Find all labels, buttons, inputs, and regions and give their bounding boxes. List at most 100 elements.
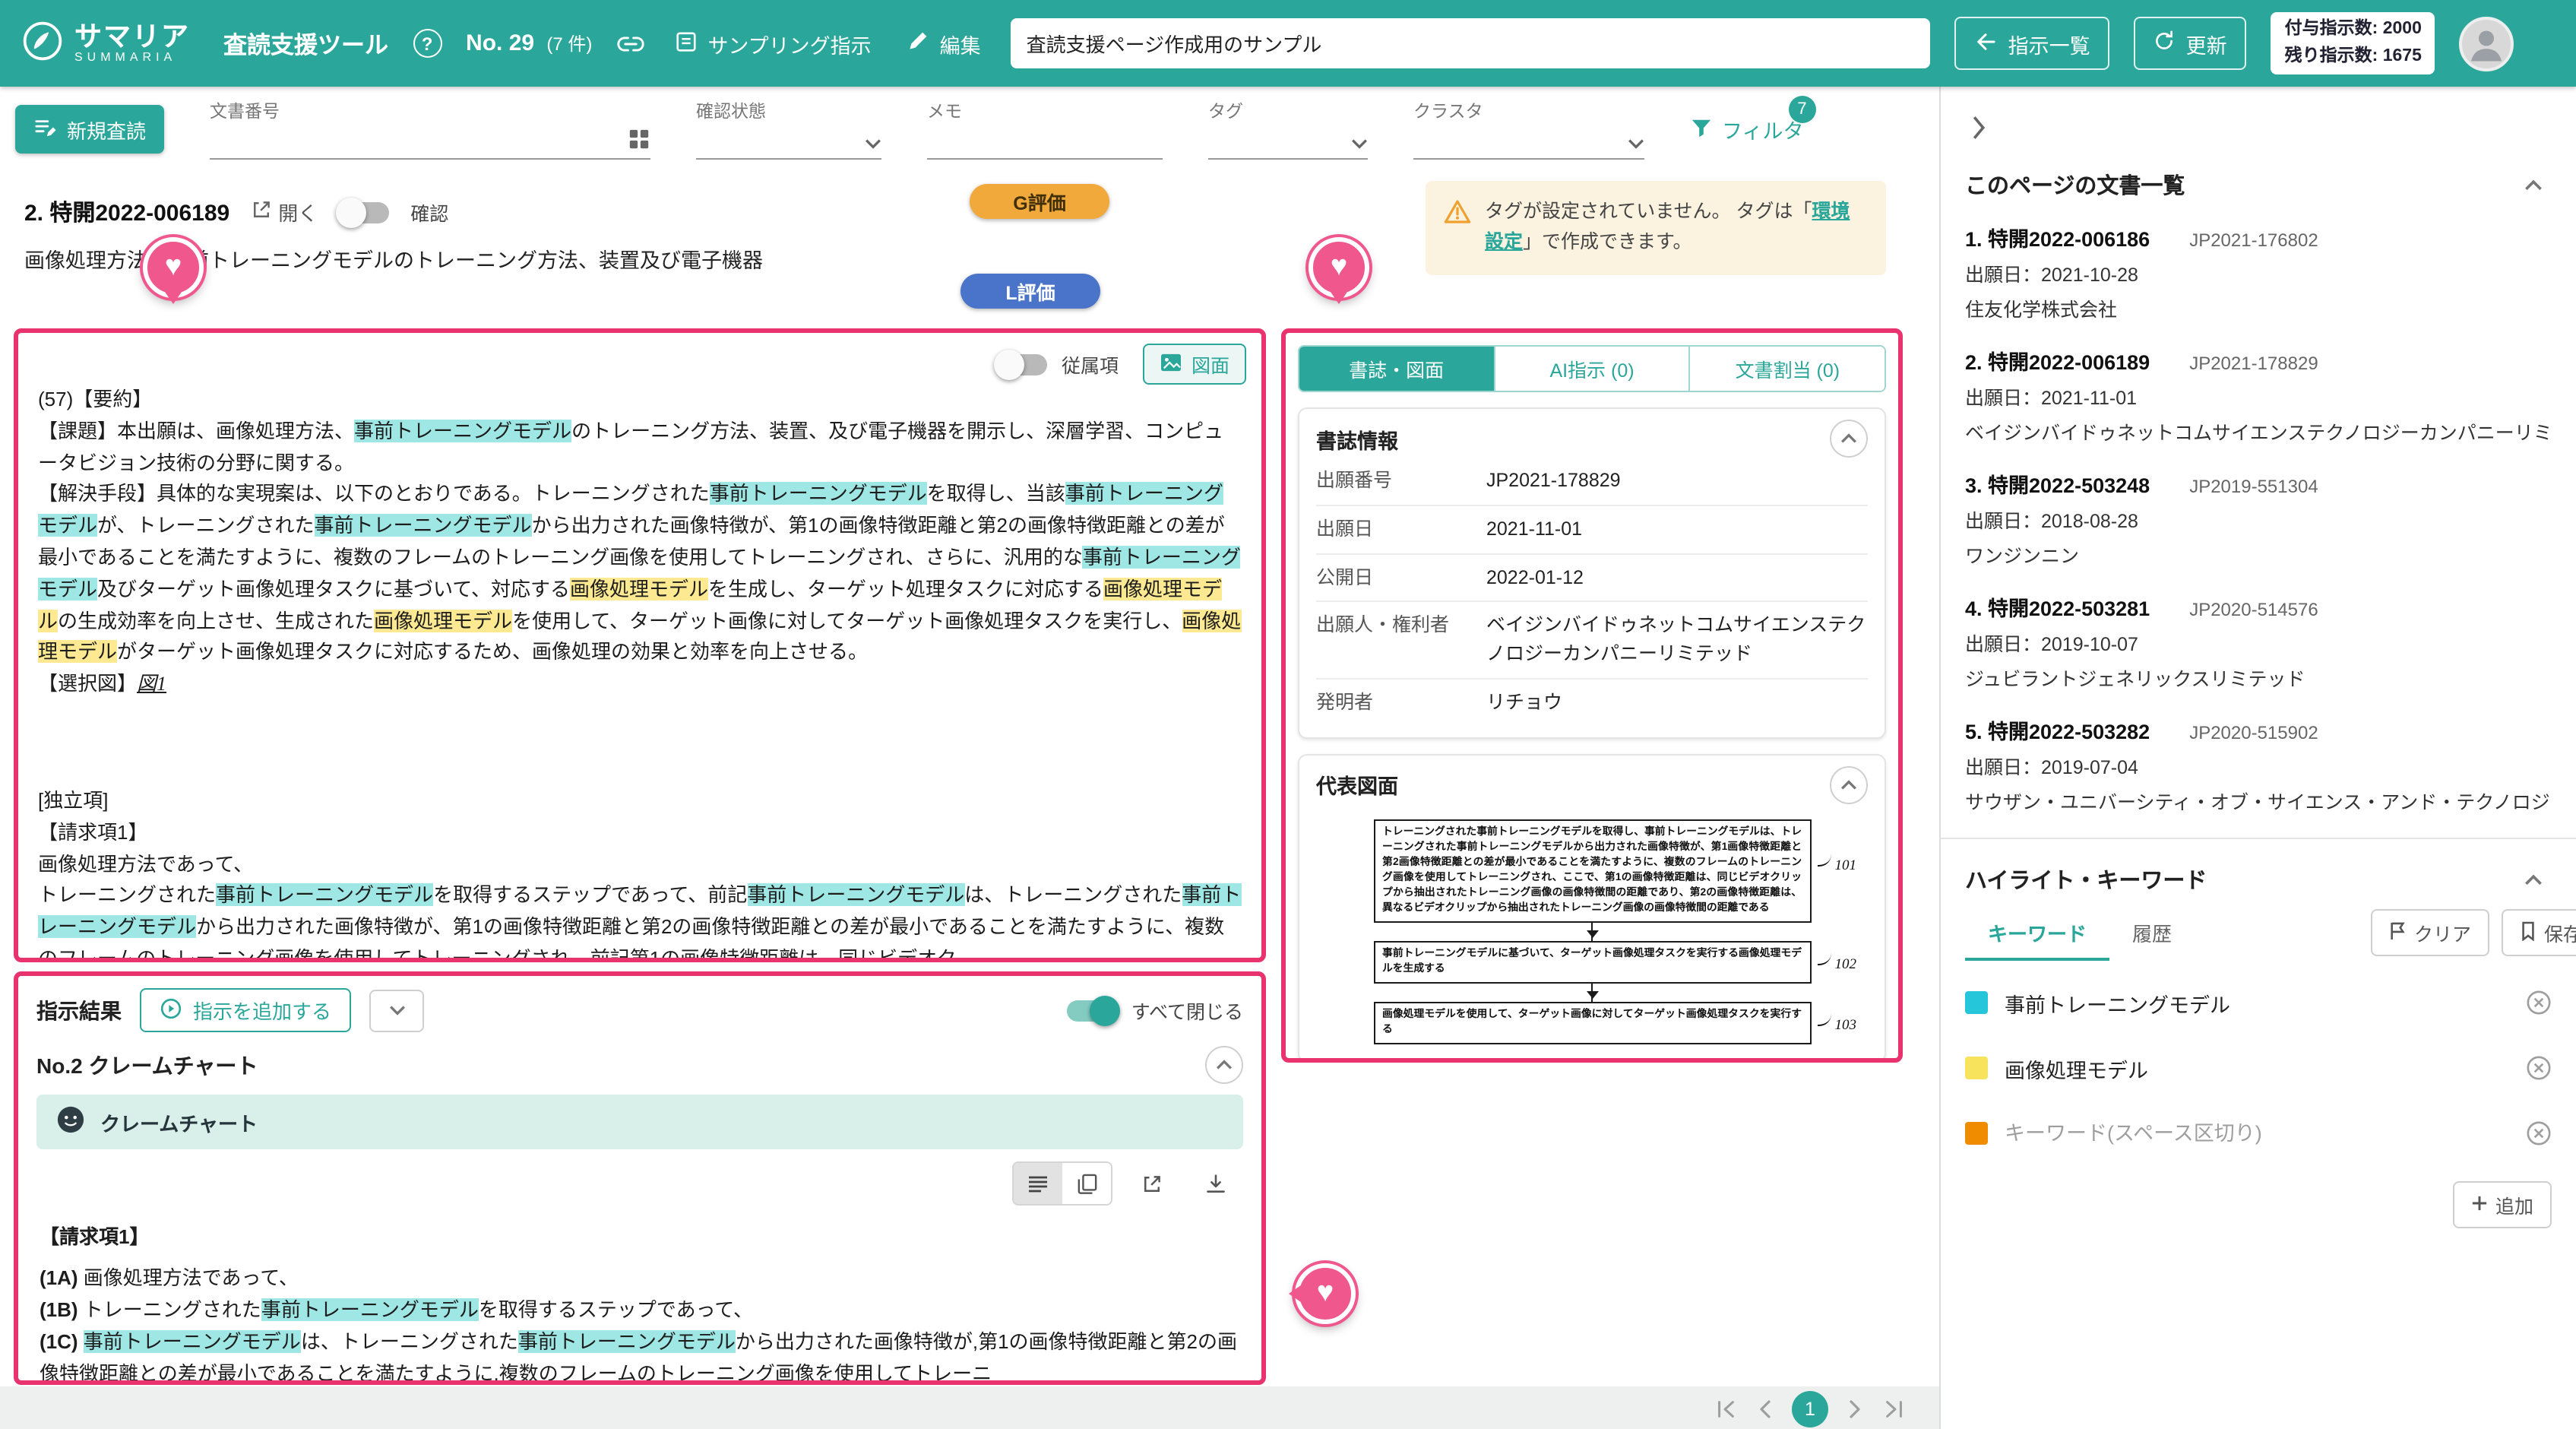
- instruction-list-button[interactable]: 指示一覧: [1955, 17, 2110, 70]
- list-view-icon[interactable]: [1014, 1163, 1062, 1204]
- keyword-tabs: キーワード 履歴 クリア 保存: [1941, 905, 2576, 961]
- doc-item-date: 出願日：2021-11-01: [1965, 382, 2552, 410]
- cluster-select[interactable]: クラスタ: [1413, 99, 1644, 160]
- refresh-button[interactable]: 更新: [2135, 17, 2247, 70]
- add-instruction-button[interactable]: 指示を追加する: [140, 988, 351, 1032]
- current-page-button[interactable]: 1: [1792, 1391, 1828, 1427]
- close-all-toggle[interactable]: [1068, 1000, 1118, 1021]
- last-page-icon[interactable]: [1883, 1399, 1906, 1420]
- memo-field[interactable]: メモ: [927, 99, 1163, 160]
- help-icon[interactable]: ?: [413, 29, 441, 58]
- claim-chart-text: 【請求項1】 (1A) 画像処理方法であって、 (1B) トレーニングされた事前…: [40, 1221, 1240, 1385]
- collapse-figure-button[interactable]: [1830, 765, 1868, 803]
- annotation-heart-pin: ♥: [143, 237, 204, 298]
- sampling-instruction-button[interactable]: サンプリング指示: [668, 17, 877, 70]
- keyword-input[interactable]: [2005, 1122, 2509, 1145]
- clear-label: クリア: [2414, 918, 2471, 947]
- funnel-icon: [1690, 116, 1713, 142]
- collapse-biblio-button[interactable]: [1830, 420, 1868, 458]
- doc-list-item[interactable]: 4. 特開2022-503281JP2020-514576 出願日：2019-1…: [1965, 591, 2552, 692]
- remove-keyword-icon[interactable]: [2526, 990, 2552, 1016]
- prev-page-icon[interactable]: [1757, 1399, 1772, 1420]
- drawing-label: 図面: [1191, 350, 1229, 379]
- doc-number-field[interactable]: 文書番号: [210, 99, 650, 160]
- page-title-input[interactable]: [1011, 18, 1931, 68]
- quota-remaining: 残り指示数: 1675: [2285, 43, 2422, 70]
- document-list: 1. 特開2022-006186JP2021-176802 出願日：2021-1…: [1941, 219, 2576, 815]
- confirm-state-select[interactable]: 確認状態: [696, 99, 881, 160]
- copy-icon[interactable]: [1062, 1163, 1111, 1204]
- doc-no-label: No. 29: [466, 30, 534, 56]
- open-document-link[interactable]: 開く: [251, 198, 318, 227]
- right-sidebar: このページの文書一覧 1. 特開2022-006186JP2021-176802…: [1939, 87, 2576, 1429]
- keyword-row: [1965, 970, 2552, 1035]
- collapse-keywords-button[interactable]: [2514, 860, 2552, 898]
- doc-item-jp-number: JP2021-176802: [2189, 230, 2318, 251]
- doc-list-item[interactable]: 5. 特開2022-503282JP2020-515902 出願日：2019-0…: [1965, 714, 2552, 815]
- biblio-row: 出願番号 JP2021-178829: [1316, 458, 1868, 506]
- claim-line: (1A) 画像処理方法であって、: [40, 1262, 1240, 1294]
- doc-item-jp-number: JP2020-515902: [2189, 722, 2318, 743]
- g-evaluation-badge[interactable]: G評価: [970, 184, 1109, 219]
- result-item-title: No.2 クレームチャート: [36, 1050, 258, 1080]
- results-title: 指示結果: [36, 995, 122, 1025]
- logo-subtitle: SUMMARIA: [74, 51, 190, 65]
- biblio-label: 公開日: [1316, 563, 1486, 592]
- dice-icon[interactable]: [628, 128, 650, 155]
- link-icon[interactable]: [616, 34, 644, 52]
- open-chart-icon[interactable]: [1128, 1163, 1176, 1204]
- edit-button[interactable]: 編集: [902, 17, 987, 70]
- doc-item-patent: 3. 特開2022-503248: [1965, 468, 2150, 499]
- keyword-input[interactable]: [2005, 991, 2509, 1014]
- dependent-claims-label: 従属項: [1062, 350, 1119, 379]
- doc-item-applicant: ベイジンバイドゥネットコムサイエンステクノロジーカンパニーリミ...: [1965, 417, 2552, 445]
- doc-list-item[interactable]: 3. 特開2022-503248JP2019-551304 出願日：2018-0…: [1965, 468, 2552, 569]
- representative-figure[interactable]: トレーニングされた事前トレーニングモデルを取得し、事前トレーニングモデルは、トレ…: [1340, 819, 1844, 1044]
- doc-item-applicant: サウザン・ユニバーシティ・オブ・サイエンス・アンド・テクノロジ...: [1965, 786, 2552, 815]
- logo[interactable]: サマリア SUMMARIA: [21, 20, 190, 67]
- dependent-claims-toggle[interactable]: [998, 353, 1048, 375]
- tab-biblio-drawing[interactable]: 書誌・図面: [1299, 347, 1493, 391]
- logo-text: サマリア SUMMARIA: [74, 22, 190, 65]
- tag-select[interactable]: タグ: [1208, 99, 1368, 160]
- claim-chart-band[interactable]: クレームチャート: [36, 1095, 1243, 1149]
- add-keyword-button[interactable]: 追加: [2453, 1181, 2552, 1228]
- drawing-button[interactable]: 図面: [1143, 344, 1246, 385]
- user-avatar[interactable]: [2460, 16, 2514, 71]
- remove-keyword-icon[interactable]: [2526, 1055, 2552, 1081]
- tab-doc-assignment[interactable]: 文書割当 (0): [1689, 347, 1885, 391]
- keyword-row: [1965, 1101, 2552, 1166]
- remove-keyword-icon[interactable]: [2526, 1120, 2552, 1146]
- sidebar-collapse-icon[interactable]: [1962, 111, 1995, 144]
- l-evaluation-badge[interactable]: L評価: [960, 274, 1100, 309]
- keyword-color-swatch[interactable]: [1965, 1057, 1988, 1079]
- figure-ref-102: 102: [1818, 956, 1857, 973]
- keyword-color-swatch[interactable]: [1965, 991, 1988, 1014]
- biblio-row: 出願人・権利者 ベイジンバイドゥネットコムサイエンステクノロジーカンパニーリミテ…: [1316, 603, 1868, 680]
- collapse-result-button[interactable]: [1205, 1046, 1243, 1084]
- add-instruction-menu-button[interactable]: [369, 989, 424, 1031]
- claim-chart-icon: [56, 1105, 85, 1139]
- doc-list-item[interactable]: 2. 特開2022-006189JP2021-178829 出願日：2021-1…: [1965, 345, 2552, 445]
- list-edit-icon: [33, 116, 56, 142]
- keyword-input[interactable]: [2005, 1057, 2509, 1079]
- tab-history[interactable]: 履歴: [2109, 905, 2195, 961]
- clear-keywords-button[interactable]: クリア: [2372, 909, 2489, 956]
- abstract-text: (57)【要約】 【課題】本出願は、画像処理方法、事前トレーニングモデルのトレー…: [38, 385, 1242, 962]
- tab-ai-instruction[interactable]: AI指示 (0): [1493, 347, 1688, 391]
- confirm-toggle[interactable]: [339, 201, 389, 223]
- page-title: 査読支援ツール: [223, 27, 388, 60]
- save-label: 保存: [2544, 918, 2576, 947]
- new-review-button[interactable]: 新規査読: [15, 105, 164, 154]
- download-icon[interactable]: [1191, 1163, 1240, 1204]
- tab-keywords[interactable]: キーワード: [1965, 905, 2109, 961]
- save-keywords-button[interactable]: 保存: [2502, 909, 2576, 956]
- collapse-doc-list-button[interactable]: [2514, 166, 2552, 204]
- keyword-color-swatch[interactable]: [1965, 1122, 1988, 1145]
- doc-item-applicant: ワンジンニン: [1965, 540, 2552, 569]
- filter-button[interactable]: フィルタ 7: [1690, 114, 1803, 144]
- claim-line: (1C) 事前トレーニングモデルは、トレーニングされた事前トレーニングモデルから…: [40, 1326, 1240, 1385]
- next-page-icon[interactable]: [1848, 1399, 1863, 1420]
- doc-list-item[interactable]: 1. 特開2022-006186JP2021-176802 出願日：2021-1…: [1965, 222, 2552, 322]
- first-page-icon[interactable]: [1714, 1399, 1737, 1420]
